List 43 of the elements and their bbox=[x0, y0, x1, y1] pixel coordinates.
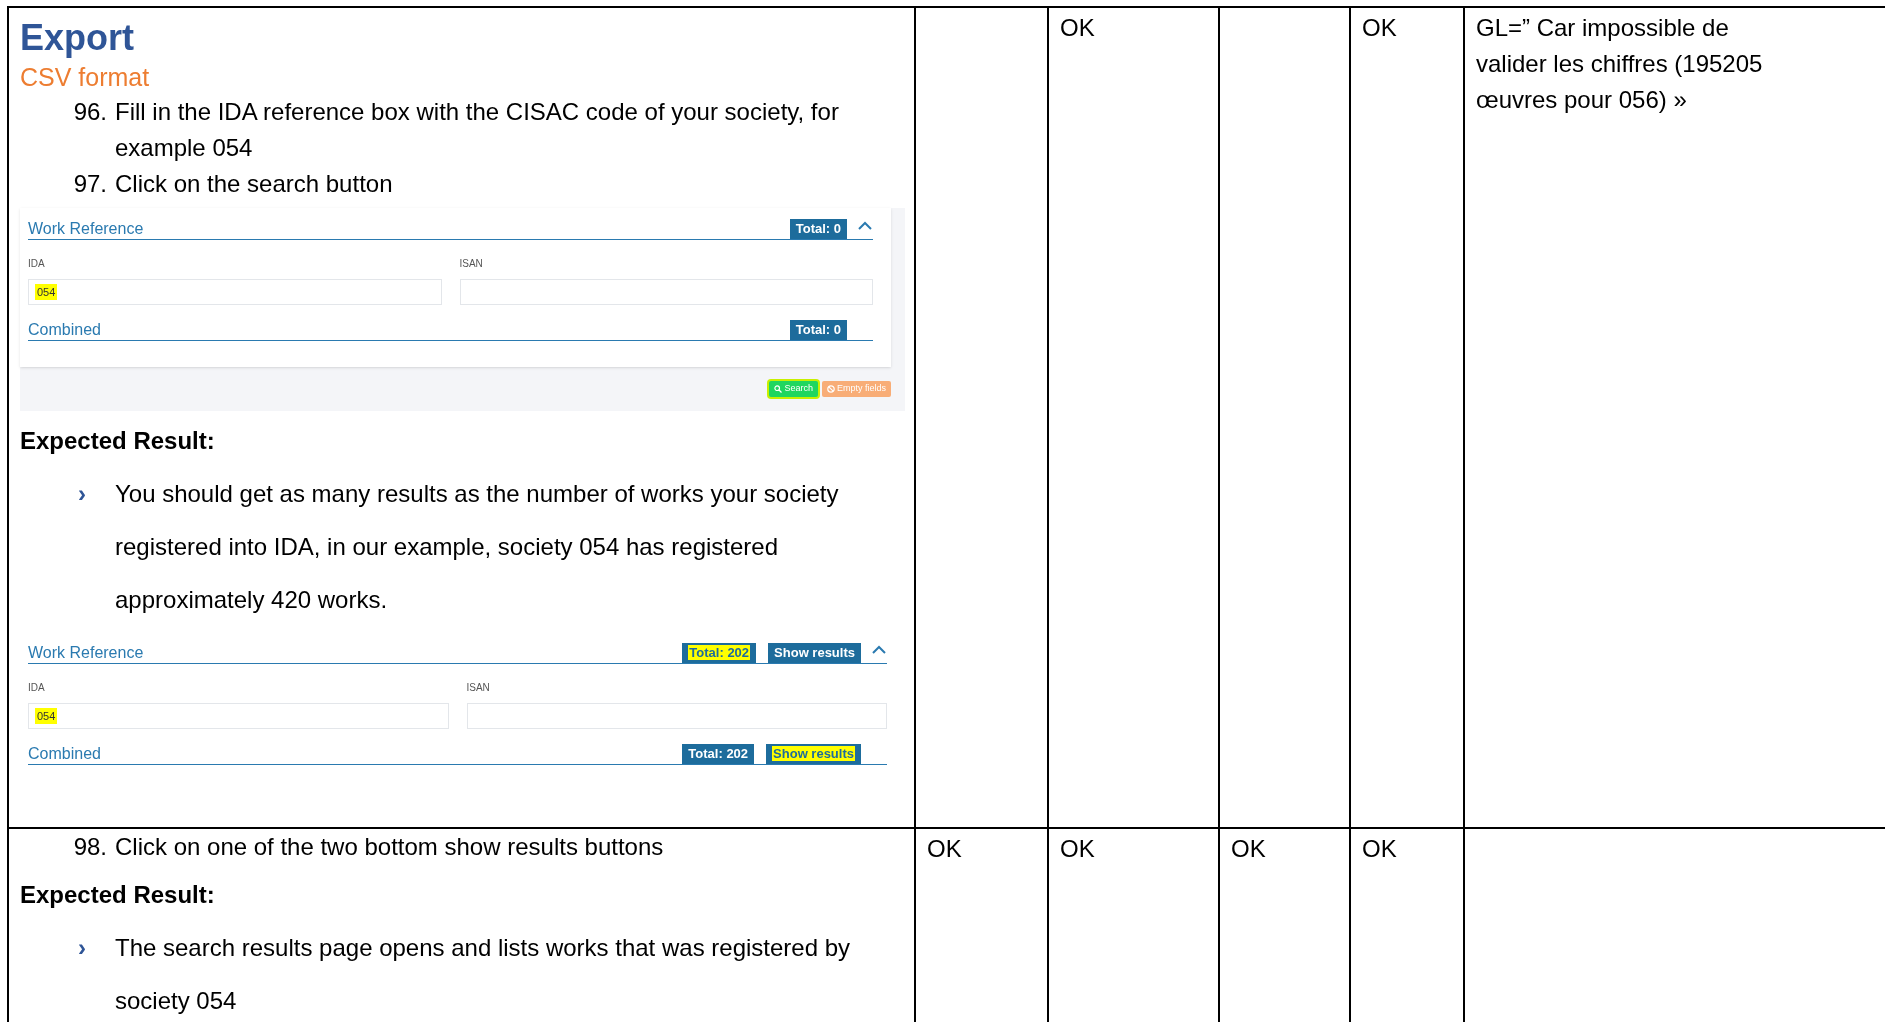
table-cell-text: OK bbox=[1362, 834, 1398, 864]
expected-result-label: Expected Result: bbox=[20, 880, 216, 910]
field-label: ISAN bbox=[459, 257, 484, 271]
step-number: 98. bbox=[72, 832, 108, 862]
total-badge: Total: 0 bbox=[789, 219, 847, 239]
table-cell-text: OK bbox=[1362, 13, 1398, 43]
total-badge: Total: 202 bbox=[682, 744, 755, 764]
total-badge: Show results bbox=[766, 744, 861, 764]
section-title: Combined bbox=[28, 744, 102, 764]
field-label: IDA bbox=[28, 257, 46, 271]
step-text: Fill in the IDA reference box with the CISAC code of your society, for example 054 bbox=[115, 97, 840, 163]
bullet-marker: › bbox=[77, 479, 87, 509]
total-badge: Show results bbox=[768, 643, 861, 663]
field-label: ISAN bbox=[466, 681, 491, 695]
input-field[interactable]: 054 bbox=[28, 279, 442, 305]
table-cell-text: OK bbox=[1060, 13, 1096, 43]
collapse-icon[interactable] bbox=[857, 221, 873, 231]
total-badge: Total: 0 bbox=[789, 320, 847, 340]
bullet-marker: › bbox=[77, 933, 87, 963]
table-cell-text: GL=” Car impossible de valider les chiffres (195205 œuvres pour 056) » bbox=[1476, 13, 1764, 115]
collapse-icon[interactable] bbox=[871, 645, 887, 655]
step-number: 97. bbox=[72, 169, 108, 199]
total-badge: Total: 202 bbox=[682, 643, 757, 663]
section-title: Combined bbox=[28, 320, 102, 340]
input-field[interactable] bbox=[459, 279, 873, 305]
table-cell-text: OK bbox=[1231, 834, 1267, 864]
table-cell-text: OK bbox=[927, 834, 963, 864]
input-field[interactable]: 054 bbox=[28, 703, 449, 729]
search-icon bbox=[774, 385, 783, 393]
input-field[interactable] bbox=[466, 703, 887, 729]
table-cell-text: OK bbox=[1060, 834, 1096, 864]
step-text: Click on the search button bbox=[115, 169, 394, 199]
bullet-text: You should get as many results as the number of works your society registered into IDA, in our example, society 054 has registered approximately 420 works. bbox=[115, 479, 840, 615]
expected-result-label: Expected Result: bbox=[20, 426, 216, 456]
prohibited-icon bbox=[826, 385, 835, 393]
step-text: Click on one of the two bottom show results buttons bbox=[115, 832, 665, 862]
step-number: 96. bbox=[72, 97, 108, 127]
section-title: Work Reference bbox=[28, 643, 145, 663]
document-subheading: CSV format bbox=[20, 62, 151, 93]
bullet-text: The search results page opens and lists works that was registered by society 054 bbox=[115, 933, 852, 1016]
section-title: Work Reference bbox=[28, 219, 145, 239]
field-label: IDA bbox=[28, 681, 46, 695]
document-heading: Export bbox=[20, 16, 135, 60]
